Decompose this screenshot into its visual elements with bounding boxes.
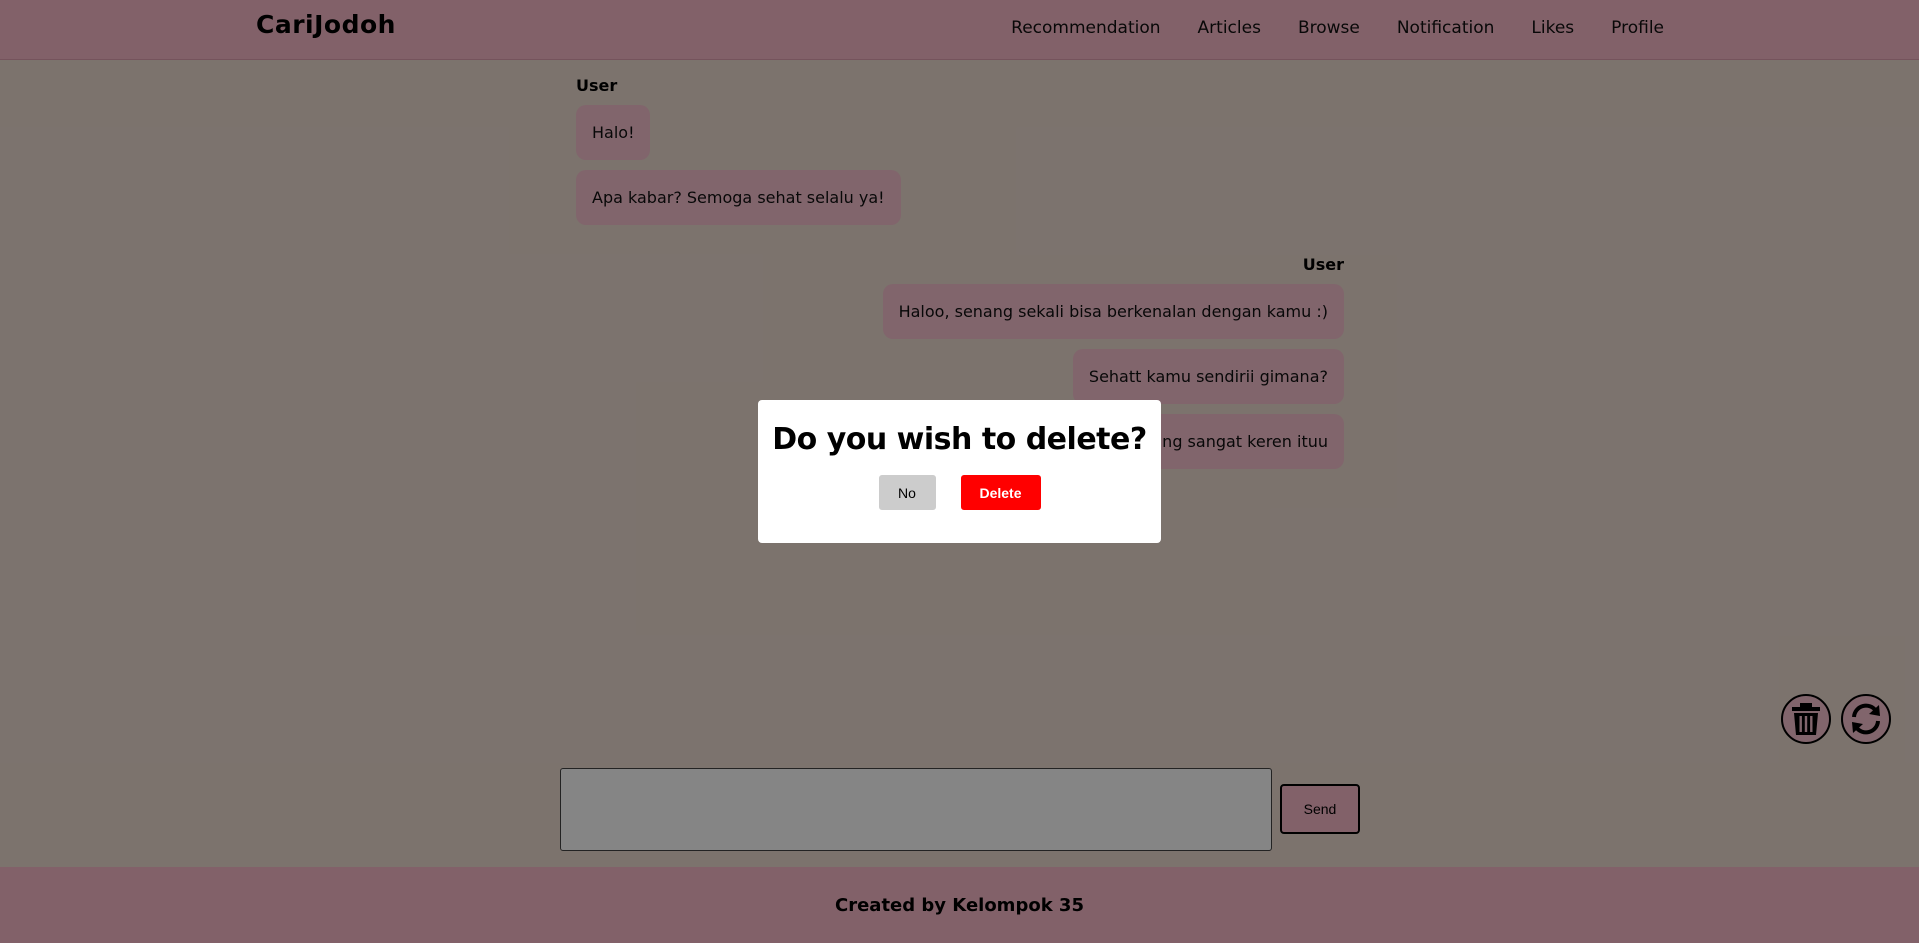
confirm-delete-button[interactable]: Delete (960, 475, 1041, 510)
dialog-actions: No Delete (758, 475, 1161, 510)
chat-page: CariJodoh Recommendation Articles Browse… (0, 0, 1919, 943)
delete-confirm-dialog: Do you wish to delete? No Delete (758, 400, 1161, 543)
dialog-title: Do you wish to delete? (772, 422, 1147, 457)
no-button[interactable]: No (878, 475, 936, 510)
